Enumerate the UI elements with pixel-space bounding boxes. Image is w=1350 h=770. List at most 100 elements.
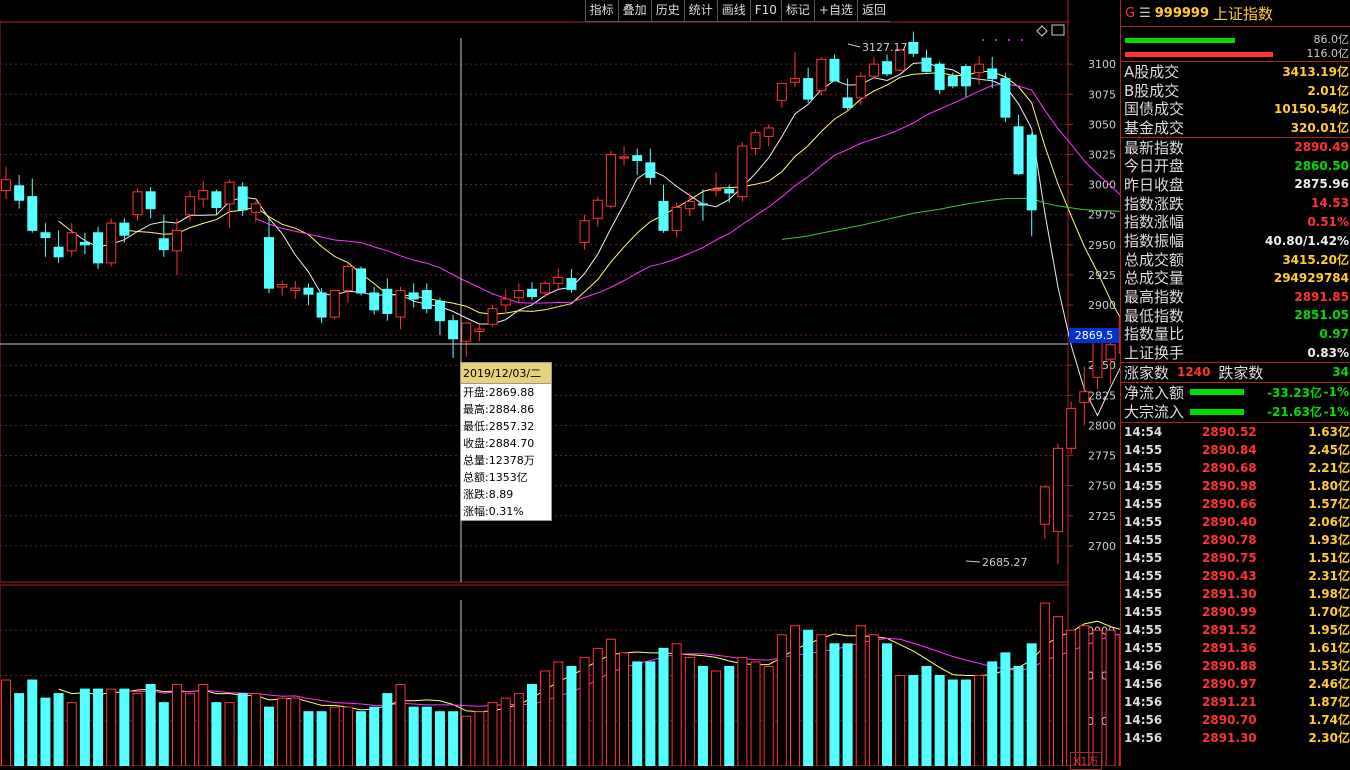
candle-body xyxy=(1053,447,1063,532)
candle-body xyxy=(540,282,551,294)
volume-bar xyxy=(119,688,130,766)
indicator-dot xyxy=(995,39,997,41)
toolbar-item-4[interactable]: 画线 xyxy=(716,0,750,22)
tick-row: 14:55 2890.43 2.31亿 xyxy=(1121,567,1350,585)
volume-bar xyxy=(540,670,551,766)
quote-value: 14.53 xyxy=(1311,196,1349,211)
candle-body xyxy=(1039,486,1050,525)
price-axis-label: 2825 xyxy=(1088,389,1116,402)
volume-bar xyxy=(579,656,590,766)
quote-value: 0.83% xyxy=(1307,345,1349,360)
volume-bar xyxy=(803,629,814,766)
quote-row: 指数振幅 40.80/1.42% xyxy=(1121,231,1350,250)
ma60-line xyxy=(781,198,1120,240)
volume-bar xyxy=(211,702,222,766)
candle-body xyxy=(264,237,274,289)
tick-amount: 1.63亿 xyxy=(1308,425,1350,440)
sell-strength-bar xyxy=(1125,52,1273,57)
candle-body xyxy=(14,185,25,201)
candle-body xyxy=(1000,78,1011,118)
tick-list[interactable]: 14:54 2890.52 1.63亿 14:55 2890.84 2.45亿 … xyxy=(1121,423,1350,747)
candle-body xyxy=(960,66,971,87)
volume-bar xyxy=(921,665,932,766)
volume-bar xyxy=(408,706,419,766)
tick-price: 2890.99 xyxy=(1202,604,1257,619)
volume-bar xyxy=(724,665,735,766)
toolbar-item-7[interactable]: +自选 xyxy=(813,0,857,22)
tick-price: 2890.84 xyxy=(1202,442,1257,457)
candle-body xyxy=(434,300,445,322)
window-icon xyxy=(1051,24,1065,36)
flow-row: 大宗流入 -21.63亿 -1% xyxy=(1121,402,1350,422)
volume-bar xyxy=(290,697,301,766)
volume-bar xyxy=(487,702,498,766)
volume-bar xyxy=(158,702,169,766)
candle-body xyxy=(776,82,787,101)
candle-body xyxy=(619,156,630,159)
toolbar-item-3[interactable]: 统计 xyxy=(683,0,717,22)
panel-header: G ☰ 999999 上证指数 xyxy=(1121,0,1350,27)
toolbar-item-2[interactable]: 历史 xyxy=(650,0,684,22)
candle-body xyxy=(487,308,498,325)
tick-price: 2890.75 xyxy=(1202,550,1257,565)
index-name: 上证指数 xyxy=(1213,4,1274,23)
kline-chart[interactable]: 3100307530503025300029752950292529002875… xyxy=(0,0,1120,766)
candle-body xyxy=(553,276,564,284)
flow-bar xyxy=(1190,389,1245,396)
toolbar-item-0[interactable]: 指标 xyxy=(584,0,618,22)
volume-bar xyxy=(960,679,971,766)
candle-body xyxy=(947,75,958,87)
kline-chart-area[interactable]: 3100307530503025300029752950292529002875… xyxy=(0,0,1120,770)
candle-body xyxy=(658,200,669,231)
candle-body xyxy=(277,284,288,288)
toolbar-item-6[interactable]: 标记 xyxy=(780,0,814,22)
flow-pct: -1% xyxy=(1323,404,1349,419)
candle-body xyxy=(803,78,814,100)
candle-body xyxy=(250,203,261,213)
tick-price: 2890.97 xyxy=(1202,676,1257,691)
turnover-label: 基金成交 xyxy=(1124,118,1185,137)
volume-bar xyxy=(448,711,459,766)
toolbar-item-5[interactable]: F10 xyxy=(749,0,781,22)
candle-body xyxy=(1066,408,1077,449)
indicator-dot xyxy=(982,39,984,41)
volume-bar xyxy=(342,706,353,766)
volume-bar xyxy=(684,656,695,766)
price-axis-label: 3075 xyxy=(1088,88,1116,101)
turnover-row: B股成交 2.01亿 xyxy=(1121,81,1350,100)
tick-time: 14:55 xyxy=(1124,514,1163,529)
group-flag[interactable]: G xyxy=(1125,6,1135,21)
menu-icon[interactable]: ☰ xyxy=(1139,6,1151,21)
bar-bottom-value: 116.0亿 xyxy=(1306,47,1350,60)
volume-bar xyxy=(1092,629,1103,766)
candle-body xyxy=(369,292,380,311)
down-count: 34 xyxy=(1332,365,1349,380)
candle-body xyxy=(93,232,104,264)
volume-bar xyxy=(527,684,537,766)
tick-row: 14:56 2890.97 2.46亿 xyxy=(1121,675,1350,693)
tick-price: 2891.30 xyxy=(1202,586,1257,601)
toolbar-item-8[interactable]: 返回 xyxy=(856,0,890,22)
candle-body xyxy=(316,292,327,318)
volume-bar xyxy=(1,679,11,766)
volume-bar xyxy=(882,643,893,766)
quote-value: 0.97 xyxy=(1319,326,1349,341)
candle-body xyxy=(605,153,616,207)
quote-row: 指数涨跌 14.53 xyxy=(1121,194,1350,213)
volume-bar xyxy=(171,684,182,766)
volume-bar xyxy=(303,711,314,766)
tick-price: 2890.88 xyxy=(1202,658,1257,673)
candle-body xyxy=(40,232,51,239)
candle-body xyxy=(474,328,485,333)
tick-amount: 2.46亿 xyxy=(1308,677,1350,692)
price-axis-label: 2925 xyxy=(1088,269,1116,282)
volume-bar xyxy=(14,693,25,766)
toolbar-item-1[interactable]: 叠加 xyxy=(617,0,651,22)
candle-body xyxy=(1092,341,1103,378)
quote-value: 2860.50 xyxy=(1294,158,1349,173)
indicator-dot xyxy=(1021,39,1023,41)
volume-unit-label: X1万 xyxy=(1070,752,1102,770)
quote-label: 上证换手 xyxy=(1124,344,1185,363)
candle-body xyxy=(290,287,301,292)
candle-body xyxy=(934,63,945,90)
